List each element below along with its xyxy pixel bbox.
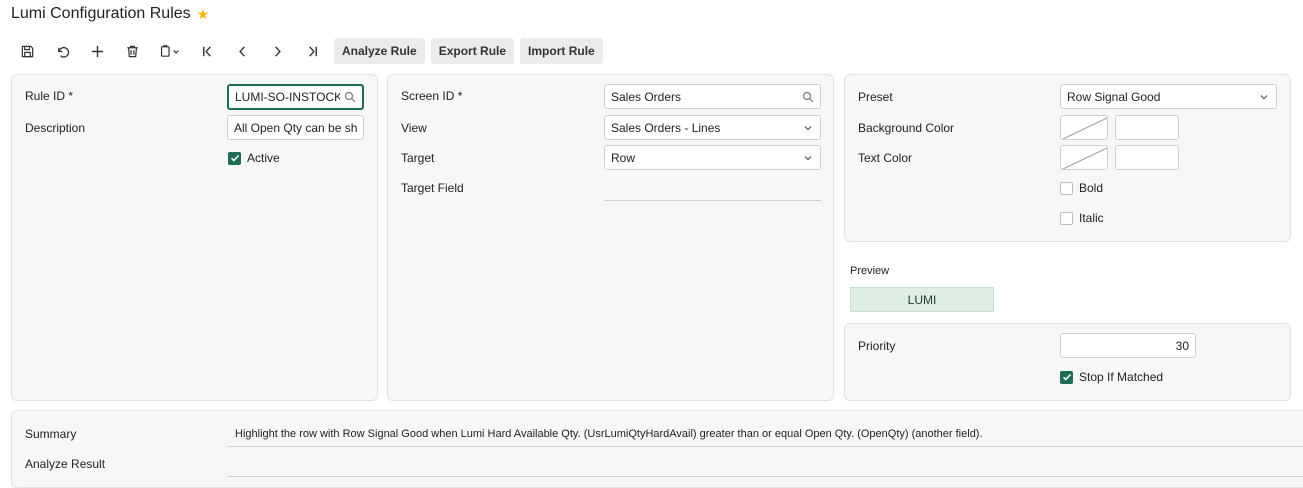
preview-swatch: LUMI [850,287,994,312]
description-input[interactable]: All Open Qty can be shipped [227,115,364,140]
rule-id-input[interactable]: LUMI-SO-INSTOCK_ [227,84,364,110]
text-color-input[interactable] [1115,145,1179,170]
background-color-input[interactable] [1115,115,1179,140]
no-color-icon [1062,147,1107,169]
add-icon[interactable] [80,38,115,64]
checkmark-icon [230,154,239,162]
save-icon[interactable] [10,38,45,64]
active-checkbox[interactable]: Active [228,151,280,165]
bold-checkbox[interactable]: Bold [1060,181,1103,195]
screen-id-input[interactable]: Sales Orders [604,84,821,109]
preview-label: Preview [850,265,890,277]
delete-icon[interactable] [115,38,150,64]
summary-underline [227,446,1303,447]
preset-label: Preset [858,90,893,104]
italic-label: Italic [1079,211,1104,225]
preset-select[interactable]: Row Signal Good [1060,84,1277,109]
import-rule-button[interactable]: Import Rule [520,38,603,64]
stop-if-matched-checkbox[interactable]: Stop If Matched [1060,370,1163,384]
search-icon[interactable] [344,91,356,103]
copy-paste-icon[interactable] [150,38,190,64]
priority-input[interactable]: 30 [1060,333,1196,358]
previous-record-icon[interactable] [225,38,260,64]
chevron-down-icon [804,155,812,160]
favorite-star-icon[interactable]: ★ [197,6,210,23]
target-field-input[interactable] [604,200,821,201]
preview-text: LUMI [907,292,937,307]
text-color-label: Text Color [858,151,913,165]
summary-text: Highlight the row with Row Signal Good w… [235,428,983,440]
chevron-down-icon [804,125,812,130]
screen-id-label: Screen ID * [401,89,463,103]
analyze-rule-button[interactable]: Analyze Rule [334,38,425,64]
analyze-result-label: Analyze Result [25,457,106,471]
toolbar: Analyze Rule Export Rule Import Rule [10,38,609,64]
rule-id-label: Rule ID * [25,89,74,103]
text-color-swatch[interactable] [1060,145,1108,170]
page-title-wrap: Lumi Configuration Rules ★ [11,5,209,23]
target-label: Target [401,151,435,165]
last-record-icon[interactable] [295,38,330,64]
search-icon[interactable] [802,91,814,103]
next-record-icon[interactable] [260,38,295,64]
italic-checkbox[interactable]: Italic [1060,211,1104,225]
bold-label: Bold [1079,181,1104,195]
target-field-label: Target Field [401,181,464,195]
export-rule-button[interactable]: Export Rule [430,38,515,64]
chevron-down-icon [1260,94,1268,99]
description-label: Description [25,121,86,135]
view-label: View [401,121,427,135]
undo-icon[interactable] [45,38,80,64]
analyze-result-field [227,476,1303,477]
page-title: Lumi Configuration Rules [11,5,191,22]
summary-label: Summary [25,427,77,441]
no-color-icon [1062,117,1107,139]
checkmark-icon [1062,373,1071,381]
active-label: Active [247,151,280,165]
priority-label: Priority [858,339,896,353]
target-select[interactable]: Row [604,145,821,170]
first-record-icon[interactable] [190,38,225,64]
background-color-swatch[interactable] [1060,115,1108,140]
background-color-label: Background Color [858,121,955,135]
view-select[interactable]: Sales Orders - Lines [604,115,821,140]
stop-if-matched-label: Stop If Matched [1079,370,1164,384]
